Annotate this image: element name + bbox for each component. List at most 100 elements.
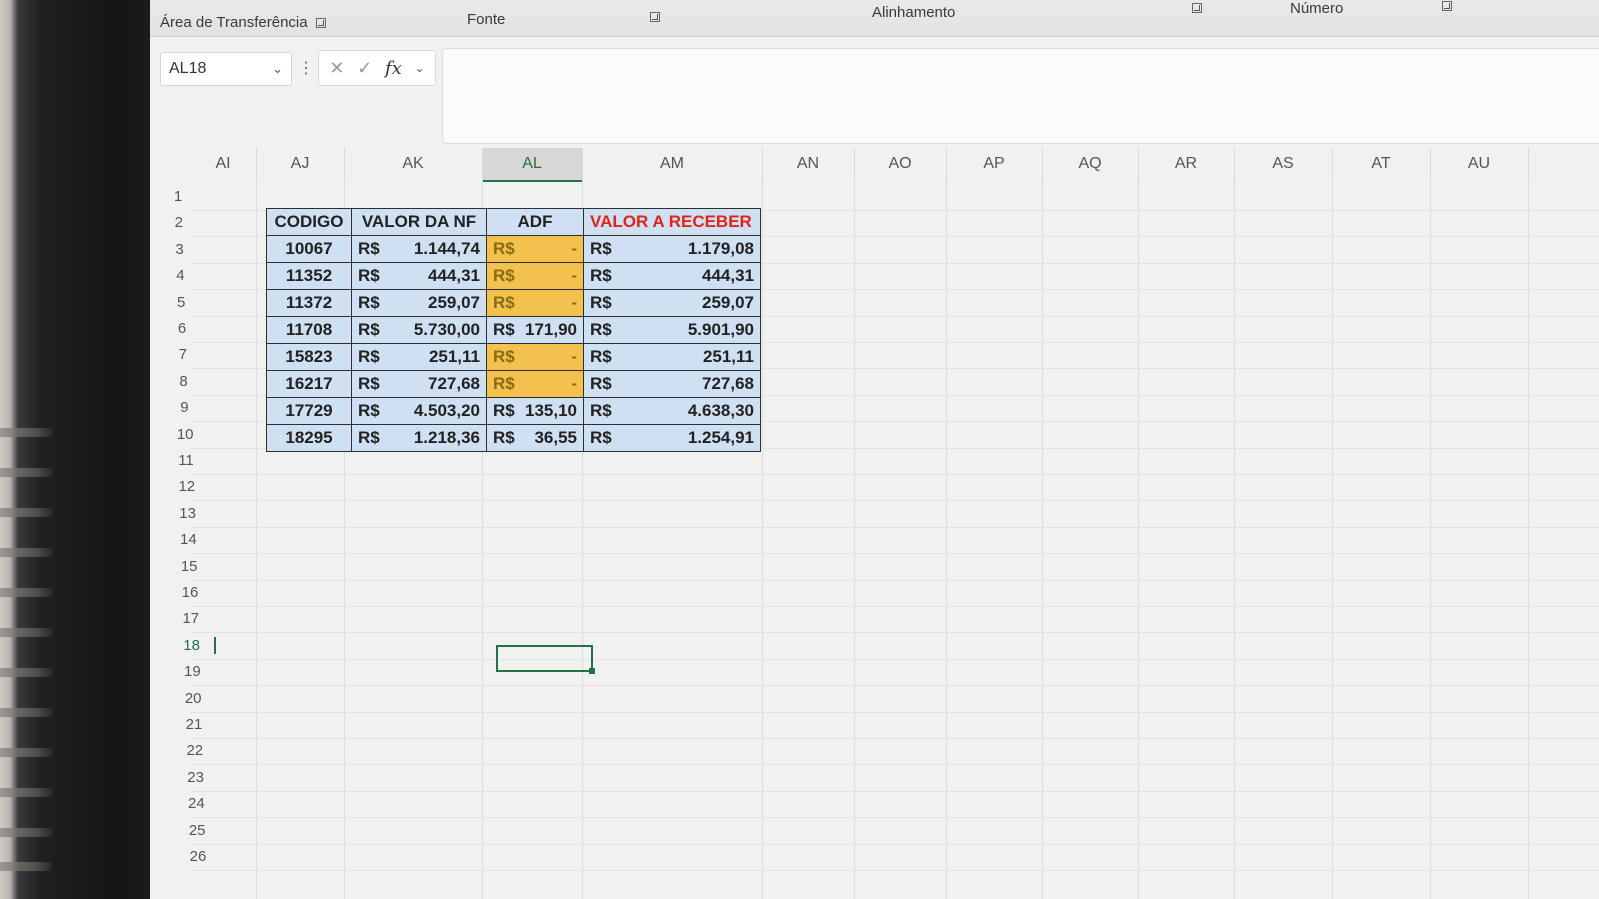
row-header-8[interactable]: 8 <box>162 373 206 390</box>
row-header-9[interactable]: 9 <box>162 399 206 416</box>
cell-codigo[interactable]: 18295 <box>266 424 352 452</box>
cell-valor-receber[interactable]: R$ 4.638,30 <box>583 397 761 425</box>
cell-valor-receber[interactable]: R$ 444,31 <box>583 262 761 290</box>
row-header-23[interactable]: 23 <box>174 769 218 786</box>
row-header-3[interactable]: 3 <box>158 241 202 258</box>
column-header-as[interactable]: AS <box>1234 148 1333 180</box>
amount: 5.901,90 <box>687 320 754 339</box>
name-box[interactable]: AL18 ⌄ <box>160 52 292 86</box>
row-header-26[interactable]: 26 <box>176 848 220 865</box>
cell-codigo[interactable]: 16217 <box>266 370 352 398</box>
row-header-14[interactable]: 14 <box>166 531 210 548</box>
active-cell-selection[interactable] <box>496 645 595 674</box>
amount: 1.144,74 <box>413 239 480 258</box>
alignment-launcher-icon[interactable] <box>1192 3 1202 13</box>
header-adf[interactable]: ADF <box>486 208 584 236</box>
cell-adf[interactable]: R$ 171,90 <box>486 316 584 344</box>
row-header-7[interactable]: 7 <box>161 346 205 363</box>
row-header-16[interactable]: 16 <box>168 584 212 601</box>
row-header-4[interactable]: 4 <box>158 267 202 284</box>
clipboard-launcher-icon[interactable] <box>315 17 326 28</box>
cell-valor-nf[interactable]: R$ 5.730,00 <box>351 316 487 344</box>
row-header-1[interactable]: 1 <box>156 188 200 205</box>
row-header-13[interactable]: 13 <box>166 505 210 522</box>
column-header-au[interactable]: AU <box>1430 148 1529 180</box>
cell-valor-receber[interactable]: R$ 259,07 <box>583 289 761 317</box>
table-row: 11372 R$ 259,07 R$ - R$ 259,07 <box>266 289 761 317</box>
row-header-20[interactable]: 20 <box>171 690 215 707</box>
cell-valor-receber[interactable]: R$ 727,68 <box>583 370 761 398</box>
cell-codigo[interactable]: 17729 <box>266 397 352 425</box>
row-header-19[interactable]: 19 <box>170 663 214 680</box>
column-header-ao[interactable]: AO <box>854 148 947 180</box>
cell-valor-nf[interactable]: R$ 259,07 <box>351 289 487 317</box>
cancel-icon[interactable]: ✕ <box>329 58 344 79</box>
column-header-al[interactable]: AL <box>482 148 583 182</box>
row-header-22[interactable]: 22 <box>173 742 217 759</box>
column-header-ak[interactable]: AK <box>344 148 483 180</box>
row-header-6[interactable]: 6 <box>160 320 204 337</box>
enter-check-icon[interactable]: ✓ <box>357 58 372 79</box>
column-header-aq[interactable]: AQ <box>1042 148 1139 180</box>
cell-valor-receber[interactable]: R$ 1.254,91 <box>583 424 761 452</box>
row-header-10[interactable]: 10 <box>163 426 207 443</box>
header-codigo[interactable]: CODIGO <box>266 208 352 236</box>
more-options-icon[interactable]: ⋮ <box>298 58 314 78</box>
cell-codigo[interactable]: 10067 <box>266 235 352 263</box>
cell-adf[interactable]: R$ - <box>486 235 584 263</box>
column-header-ai[interactable]: AI <box>190 148 257 180</box>
font-launcher-icon[interactable] <box>650 12 660 22</box>
cell-valor-receber[interactable]: R$ 1.179,08 <box>583 235 761 263</box>
row-header-18[interactable]: 18 <box>170 636 216 654</box>
cell-valor-nf[interactable]: R$ 727,68 <box>351 370 487 398</box>
cell-valor-nf[interactable]: R$ 444,31 <box>351 262 487 290</box>
currency-symbol: R$ <box>493 428 515 447</box>
amount: 259,07 <box>702 293 754 312</box>
column-header-ap[interactable]: AP <box>946 148 1043 180</box>
header-valor-receber[interactable]: VALOR A RECEBER <box>583 208 761 236</box>
row-header-24[interactable]: 24 <box>174 795 218 812</box>
currency-symbol: R$ <box>358 428 380 447</box>
cell-valor-nf[interactable]: R$ 1.144,74 <box>351 235 487 263</box>
formula-input[interactable] <box>442 48 1599 144</box>
cell-valor-nf[interactable]: R$ 4.503,20 <box>351 397 487 425</box>
cell-adf[interactable]: R$ - <box>486 370 584 398</box>
chevron-down-icon[interactable]: ⌄ <box>272 61 283 77</box>
cell-valor-nf[interactable]: R$ 1.218,36 <box>351 424 487 452</box>
column-header-an[interactable]: AN <box>762 148 855 180</box>
amount: 5.730,00 <box>413 320 480 339</box>
row-header-15[interactable]: 15 <box>167 558 211 575</box>
ribbon-group-font: Fonte <box>467 11 505 28</box>
cell-adf[interactable]: R$ 135,10 <box>486 397 584 425</box>
row-header-21[interactable]: 21 <box>172 716 216 733</box>
cell-codigo[interactable]: 15823 <box>266 343 352 371</box>
cell-codigo[interactable]: 11708 <box>266 316 352 344</box>
insert-function-icon[interactable]: fx <box>385 58 402 79</box>
cell-adf[interactable]: R$ - <box>486 262 584 290</box>
cell-adf[interactable]: R$ - <box>486 289 584 317</box>
row-header-25[interactable]: 25 <box>175 822 219 839</box>
ribbon-group-number: Número <box>1290 0 1343 17</box>
cell-valor-receber[interactable]: R$ 251,11 <box>583 343 761 371</box>
currency-symbol: R$ <box>493 347 515 366</box>
row-header-11[interactable]: 11 <box>164 452 208 469</box>
row-header-12[interactable]: 12 <box>165 478 209 495</box>
row-header-5[interactable]: 5 <box>159 294 203 311</box>
amount: 36,55 <box>534 428 577 447</box>
cell-codigo[interactable]: 11352 <box>266 262 352 290</box>
cell-valor-nf[interactable]: R$ 251,11 <box>351 343 487 371</box>
row-header-17[interactable]: 17 <box>169 610 213 627</box>
cell-codigo[interactable]: 11372 <box>266 289 352 317</box>
cell-valor-receber[interactable]: R$ 5.901,90 <box>583 316 761 344</box>
cell-adf[interactable]: R$ - <box>486 343 584 371</box>
column-header-aj[interactable]: AJ <box>256 148 345 180</box>
column-header-at[interactable]: AT <box>1332 148 1431 180</box>
column-header-am[interactable]: AM <box>582 148 763 180</box>
grid-line-horizontal <box>190 500 1599 502</box>
fx-chevron-down-icon[interactable]: ⌄ <box>415 61 425 75</box>
row-header-2[interactable]: 2 <box>157 214 201 231</box>
column-header-ar[interactable]: AR <box>1138 148 1235 180</box>
header-valor-nf[interactable]: VALOR DA NF <box>351 208 487 236</box>
cell-adf[interactable]: R$ 36,55 <box>486 424 584 452</box>
number-launcher-icon[interactable] <box>1442 1 1452 11</box>
